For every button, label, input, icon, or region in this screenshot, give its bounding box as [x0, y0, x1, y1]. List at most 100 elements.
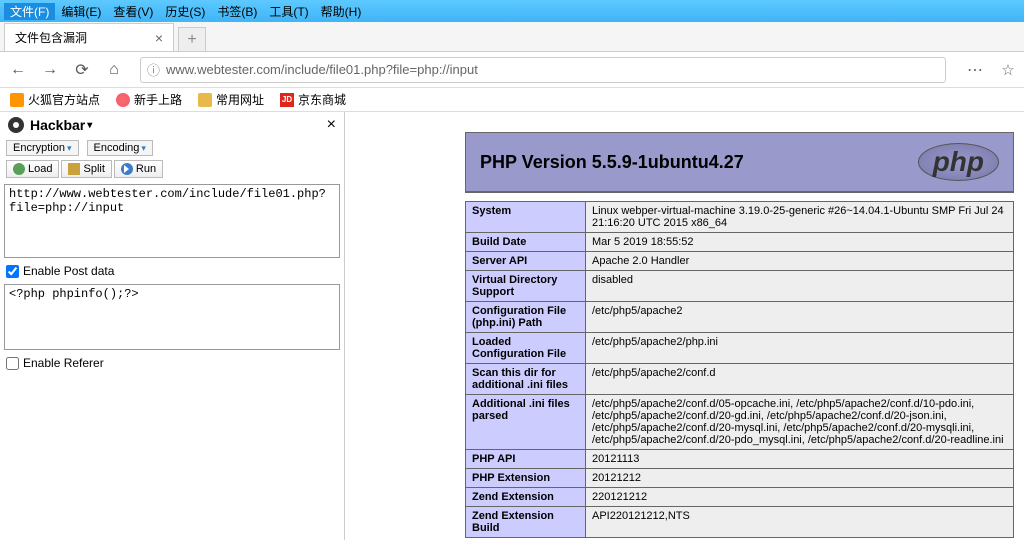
menu-edit[interactable]: 编辑(E) — [55, 3, 107, 20]
menu-help[interactable]: 帮助(H) — [315, 3, 368, 20]
table-row: Configuration File (php.ini) Path/etc/ph… — [466, 302, 1014, 333]
menu-tools[interactable]: 工具(T) — [263, 3, 314, 20]
encoding-dropdown[interactable]: Encoding▾ — [87, 140, 153, 156]
load-button[interactable]: Load — [6, 160, 59, 178]
table-row: Build DateMar 5 2019 18:55:52 — [466, 233, 1014, 252]
run-icon — [121, 163, 133, 175]
phpinfo-value: 20121113 — [586, 450, 1014, 469]
bookmark-star-icon[interactable]: ☆ — [998, 61, 1018, 79]
bookmark-label: 新手上路 — [134, 91, 182, 108]
enable-post-label: Enable Post data — [23, 264, 114, 278]
new-tab-button[interactable]: + — [178, 27, 206, 51]
phpinfo-table: SystemLinux webper-virtual-machine 3.19.… — [465, 201, 1014, 538]
phpinfo-header: PHP Version 5.5.9-1ubuntu4.27 php — [466, 133, 1013, 192]
phpinfo-value: disabled — [586, 271, 1014, 302]
forward-button[interactable]: → — [38, 58, 62, 82]
tab-close-icon[interactable]: × — [155, 30, 163, 46]
firefox-icon — [10, 93, 24, 107]
reload-button[interactable]: ⟳ — [70, 58, 94, 82]
table-row: Zend Extension BuildAPI220121212,NTS — [466, 507, 1014, 538]
phpinfo-value: Apache 2.0 Handler — [586, 252, 1014, 271]
phpinfo-key: PHP Extension — [466, 469, 586, 488]
hackbar-close-icon[interactable]: × — [327, 116, 336, 134]
table-row: Scan this dir for additional .ini files/… — [466, 364, 1014, 395]
encoding-label: Encoding — [94, 142, 140, 154]
hackbar-panel: Hackbar ▾ × Encryption▾ Encoding▾ Load S… — [0, 112, 345, 540]
encryption-dropdown[interactable]: Encryption▾ — [6, 140, 79, 156]
phpinfo-value: Linux webper-virtual-machine 3.19.0-25-g… — [586, 202, 1014, 233]
hackbar-post-textarea[interactable] — [4, 284, 340, 350]
menu-bookmarks[interactable]: 书签(B) — [211, 3, 263, 20]
table-row: Virtual Directory Supportdisabled — [466, 271, 1014, 302]
enable-referer-input[interactable] — [6, 357, 19, 370]
bookmark-common[interactable]: 常用网址 — [198, 91, 264, 108]
jd-icon: JD — [280, 93, 294, 107]
folder-icon — [198, 93, 212, 107]
page-actions-icon[interactable]: ⋯ — [960, 60, 990, 80]
enable-referer-label: Enable Referer — [23, 356, 104, 370]
phpinfo-key: PHP API — [466, 450, 586, 469]
split-label: Split — [83, 163, 104, 175]
table-row: PHP Extension20121212 — [466, 469, 1014, 488]
url-input[interactable] — [166, 62, 939, 77]
table-row: Server APIApache 2.0 Handler — [466, 252, 1014, 271]
phpinfo-key: Additional .ini files parsed — [466, 395, 586, 450]
table-row: PHP API20121113 — [466, 450, 1014, 469]
load-label: Load — [28, 163, 52, 175]
table-row: SystemLinux webper-virtual-machine 3.19.… — [466, 202, 1014, 233]
phpinfo-value: /etc/php5/apache2/conf.d — [586, 364, 1014, 395]
phpinfo-key: Zend Extension — [466, 488, 586, 507]
enable-post-input[interactable] — [6, 265, 19, 278]
home-button[interactable]: ⌂ — [102, 58, 126, 82]
php-version-title: PHP Version 5.5.9-1ubuntu4.27 — [480, 152, 744, 173]
new-icon — [116, 93, 130, 107]
phpinfo-value: /etc/php5/apache2 — [586, 302, 1014, 333]
phpinfo-value: 20121212 — [586, 469, 1014, 488]
table-row: Zend Extension220121212 — [466, 488, 1014, 507]
split-icon — [68, 163, 80, 175]
hackbar-toolbar-2: Load Split Run — [0, 158, 344, 182]
browser-tab[interactable]: 文件包含漏洞 × — [4, 23, 174, 51]
tab-strip: 文件包含漏洞 × + — [0, 22, 1024, 52]
hackbar-logo-icon — [8, 117, 24, 133]
bookmark-firefox[interactable]: 火狐官方站点 — [10, 91, 100, 108]
table-row: Loaded Configuration File/etc/php5/apach… — [466, 333, 1014, 364]
phpinfo-value: /etc/php5/apache2/conf.d/05-opcache.ini,… — [586, 395, 1014, 450]
chevron-down-icon: ▾ — [67, 143, 72, 154]
hackbar-header: Hackbar ▾ × — [0, 112, 344, 138]
run-button[interactable]: Run — [114, 160, 163, 178]
chevron-down-icon[interactable]: ▾ — [87, 120, 92, 131]
run-label: Run — [136, 163, 156, 175]
split-button[interactable]: Split — [61, 160, 111, 178]
phpinfo-value: 220121212 — [586, 488, 1014, 507]
bookmark-getting-started[interactable]: 新手上路 — [116, 91, 182, 108]
menu-view[interactable]: 查看(V) — [107, 3, 159, 20]
menu-history[interactable]: 历史(S) — [159, 3, 211, 20]
content-area: Hackbar ▾ × Encryption▾ Encoding▾ Load S… — [0, 112, 1024, 540]
phpinfo-value: Mar 5 2019 18:55:52 — [586, 233, 1014, 252]
tab-title: 文件包含漏洞 — [15, 29, 87, 46]
back-button[interactable]: ← — [6, 58, 30, 82]
chevron-down-icon: ▾ — [141, 143, 146, 154]
phpinfo-key: Zend Extension Build — [466, 507, 586, 538]
phpinfo-panel: PHP Version 5.5.9-1ubuntu4.27 php System… — [345, 112, 1024, 540]
phpinfo-key: Server API — [466, 252, 586, 271]
phpinfo-value: API220121212,NTS — [586, 507, 1014, 538]
phpinfo-key: System — [466, 202, 586, 233]
phpinfo-box: PHP Version 5.5.9-1ubuntu4.27 php — [465, 132, 1014, 193]
bookmark-jd[interactable]: JD 京东商城 — [280, 91, 346, 108]
phpinfo-key: Scan this dir for additional .ini files — [466, 364, 586, 395]
site-info-icon[interactable]: ⓘ — [147, 60, 160, 79]
enable-referer-checkbox[interactable]: Enable Referer — [0, 352, 344, 374]
enable-post-checkbox[interactable]: Enable Post data — [0, 260, 344, 282]
hackbar-toolbar-1: Encryption▾ Encoding▾ — [0, 138, 344, 158]
url-bar[interactable]: ⓘ — [140, 57, 946, 83]
php-logo: php — [918, 143, 999, 181]
bookmarks-toolbar: 火狐官方站点 新手上路 常用网址 JD 京东商城 — [0, 88, 1024, 112]
bookmark-label: 京东商城 — [298, 91, 346, 108]
menu-file[interactable]: 文件(F) — [4, 3, 55, 20]
hackbar-url-textarea[interactable] — [4, 184, 340, 258]
encryption-label: Encryption — [13, 142, 65, 154]
phpinfo-key: Configuration File (php.ini) Path — [466, 302, 586, 333]
table-row: Additional .ini files parsed/etc/php5/ap… — [466, 395, 1014, 450]
